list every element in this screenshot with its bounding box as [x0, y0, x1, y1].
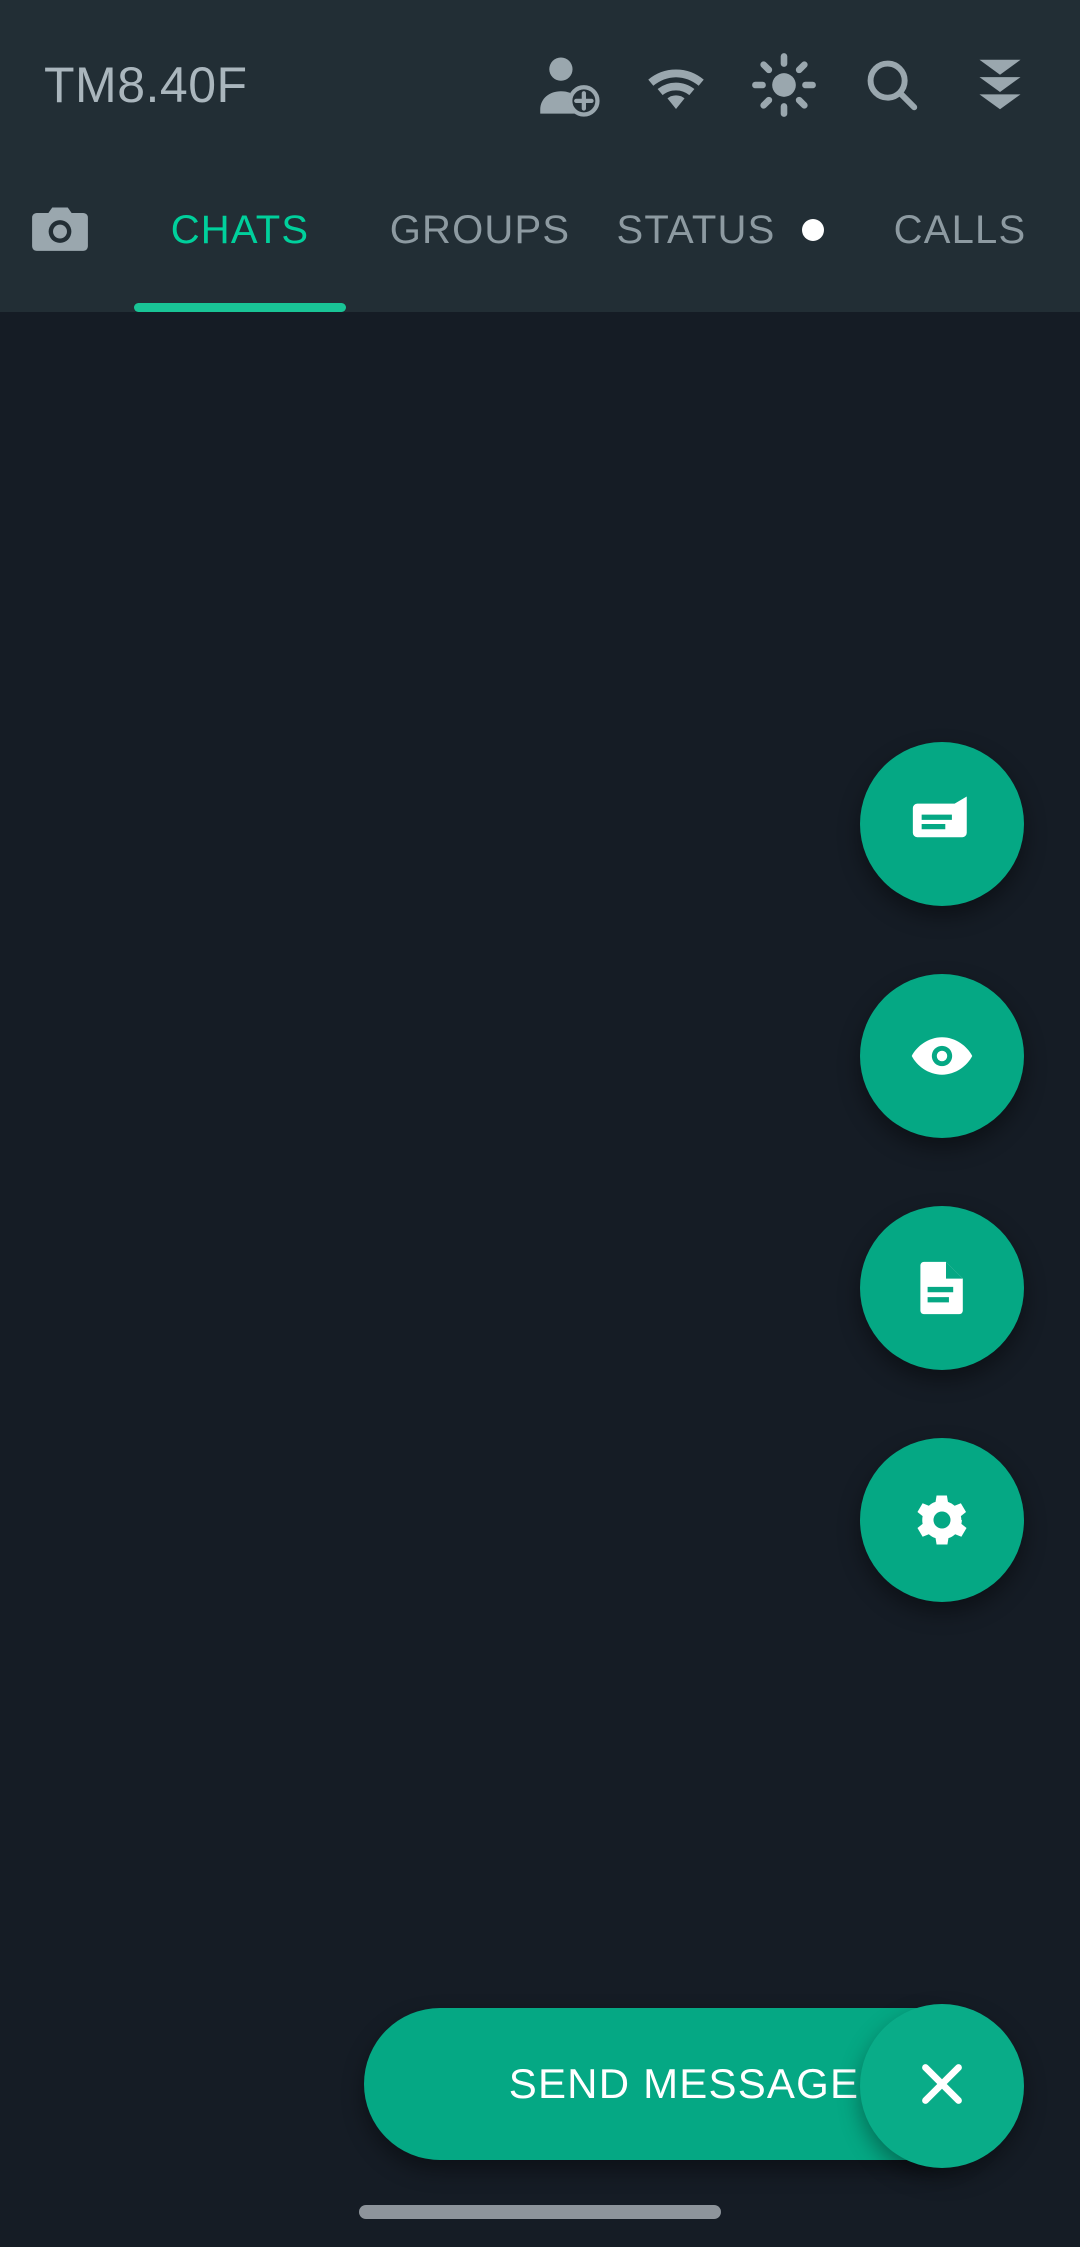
- add-person-icon[interactable]: [514, 25, 622, 145]
- fab-speed-dial: [860, 742, 1024, 1602]
- close-icon: [911, 2053, 973, 2120]
- double-chevron-down-icon[interactable]: [946, 25, 1054, 145]
- tab-groups-label: GROUPS: [389, 207, 571, 252]
- tab-bar: CHATS GROUPS STATUS CALLS: [0, 170, 1080, 312]
- tab-active-indicator: [134, 303, 346, 312]
- fab-document[interactable]: [860, 1206, 1024, 1370]
- status-unread-dot: [801, 219, 824, 241]
- fab-settings[interactable]: [860, 1438, 1024, 1602]
- fab-primary-row: SEND MESSAGE: [0, 2004, 1080, 2168]
- message-icon: [909, 791, 975, 857]
- eye-icon: [909, 1023, 975, 1089]
- app-bar-top-row: TM8.40F: [0, 0, 1080, 170]
- system-navigation-bar: [0, 2167, 1080, 2247]
- search-icon[interactable]: [838, 25, 946, 145]
- tab-status-label: STATUS: [616, 207, 776, 252]
- gear-icon: [911, 1489, 973, 1551]
- document-icon: [910, 1256, 974, 1320]
- tab-status[interactable]: STATUS: [600, 170, 840, 290]
- tab-calls[interactable]: CALLS: [840, 170, 1080, 290]
- tab-chats[interactable]: CHATS: [120, 170, 360, 312]
- fab-new-message[interactable]: [860, 742, 1024, 906]
- app-root: TM8.40F CHATS GROUPS STATUS CALLS SEND M…: [0, 0, 1080, 2247]
- brightness-icon[interactable]: [730, 25, 838, 145]
- wifi-icon[interactable]: [622, 25, 730, 145]
- tab-groups[interactable]: GROUPS: [360, 170, 600, 290]
- gesture-nav-pill[interactable]: [359, 2205, 721, 2219]
- close-menu-button[interactable]: [860, 2004, 1024, 2168]
- app-bar: TM8.40F CHATS GROUPS STATUS CALLS: [0, 0, 1080, 312]
- send-message-label: SEND MESSAGE: [508, 2060, 860, 2107]
- tabs-list: CHATS GROUPS STATUS CALLS: [120, 170, 1080, 312]
- app-bar-actions: [514, 25, 1080, 145]
- tab-chats-label: CHATS: [170, 207, 310, 252]
- fab-views[interactable]: [860, 974, 1024, 1138]
- camera-icon[interactable]: [0, 170, 120, 290]
- page-title: TM8.40F: [44, 57, 248, 113]
- tab-calls-label: CALLS: [893, 207, 1027, 252]
